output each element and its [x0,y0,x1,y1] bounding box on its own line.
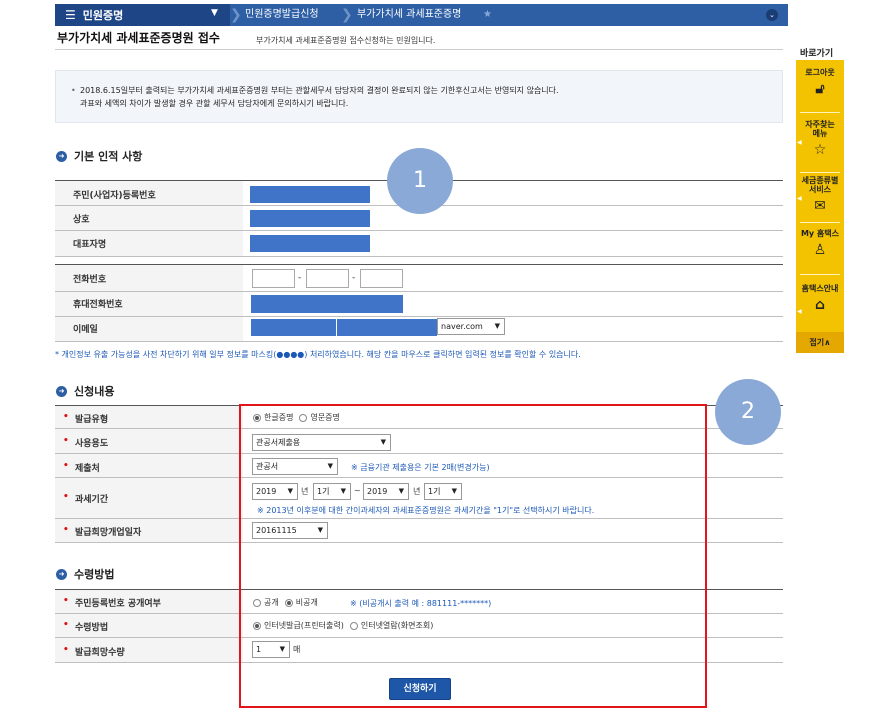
quantity-label: 발급희망수량 [75,648,125,658]
notice-box: • 2018.6.15일부터 출력되는 부가가치세 과세표준증명원 부터는 관할… [55,70,783,123]
left-arrow-icon: ◀ [797,139,802,146]
label-column [55,406,243,542]
phone-label: 전화번호 [73,275,107,285]
row-divider [55,230,783,231]
menu-button[interactable]: ☰ 민원증명 ▼ [55,4,230,26]
left-arrow-icon: ◀ [797,308,802,315]
section-basic-heading: 기본 인적 사항 [74,150,143,163]
bullet-icon: • [71,86,76,95]
required-mark: • [63,436,69,446]
page-subtitle: 부가가치세 과세표준증명원 접수신청하는 민원입니다. [256,36,436,45]
purpose-label: 사용용도 [75,439,109,449]
star-icon: ☆ [813,142,827,158]
phone-dash: - [298,273,302,283]
divider [800,222,840,223]
section-receive: ➜ 수령방법 [56,566,114,582]
mail-icon: ✉ [814,198,826,214]
tax-period-label: 과세기간 [75,495,109,505]
email-label: 이메일 [73,325,98,335]
annotation-marker-1: 1 [387,148,453,214]
email-domain-value: naver.com [441,322,483,331]
submit-to-label: 제출처 [75,464,100,474]
section-basic-info: ➜ 기본 인적 사항 [56,148,142,164]
phone-field-1[interactable] [252,269,295,288]
user-icon: ♙ [813,242,827,258]
breadcrumb-item-issue[interactable]: 민원증명발급신청 [245,4,319,26]
reg-no-field-masked[interactable] [250,186,370,203]
email-domain-field-masked[interactable] [337,319,437,336]
caret-down-icon: ▼ [211,8,218,18]
reg-no-label: 주민(사업자)등록번호 [73,191,156,201]
divider [800,112,840,113]
menu-label: 민원증명 [82,9,124,22]
email-id-field-masked[interactable] [251,319,336,336]
notice-line-2: 과표와 세액의 차이가 발생할 경우 관할 세무서 담당자에게 문의하시기 바랍… [80,99,349,108]
expand-icon[interactable]: ⌄ [766,9,778,21]
section-arrow-icon: ➜ [56,385,67,397]
issue-type-label: 발급유형 [75,415,109,425]
open-date-label: 발급희망개업일자 [75,528,142,538]
home-icon: ⌂ [814,297,826,313]
left-arrow-icon: ◀ [797,195,802,202]
breadcrumb-separator-icon: ❯ [230,7,242,23]
section-application-heading: 신청내용 [74,385,115,398]
quick-menu: 로그아웃 🔓︎ 자주찾는 메뉴 ☆ ◀ 세금종류별 서비스 ✉ ◀ My 홈택스… [796,60,844,353]
breadcrumb-separator-icon: ❯ [341,7,353,23]
quick-menu-collapse-button[interactable]: 접기∧ [796,332,844,353]
divider [800,172,840,173]
row-divider [55,256,783,257]
receive-method-label: 수령방법 [75,623,109,633]
quick-item-my-hometax[interactable]: My 홈택스 ♙ [796,229,844,258]
section-application: ➜ 신청내용 [56,383,114,399]
favorite-star-icon[interactable]: ★ [483,4,492,26]
representative-field-masked[interactable] [250,235,370,252]
divider [800,274,840,275]
row-divider [55,316,783,317]
tax-service-label: 세금종류별 서비스 [801,176,839,194]
section-arrow-icon: ➜ [56,568,67,580]
notice-line-1: 2018.6.15일부터 출력되는 부가가치세 과세표준증명원 부터는 관할세무… [80,86,559,95]
section-arrow-icon: ➜ [56,150,67,162]
top-nav-bar: ☰ 민원증명 ▼ ❯ 민원증명발급신청 ❯ 부가가치세 과세표준증명 ★ ⌄ [55,4,788,26]
my-hometax-label: My 홈택스 [800,229,840,238]
mobile-label: 휴대전화번호 [73,300,123,310]
row-divider [55,291,783,292]
quick-item-guide[interactable]: 홈택스안내 ⌂ [796,284,844,313]
required-mark: • [63,492,69,502]
email-domain-select[interactable]: naver.com ▼ [437,318,505,335]
guide-label: 홈택스안내 [801,284,839,293]
row-divider [55,341,783,342]
lock-icon: 🔓︎ [815,81,825,97]
annotation-marker-2: 2 [715,379,781,445]
hamburger-icon: ☰ [65,8,76,22]
quick-menu-title: 바로가기 [800,49,834,59]
required-mark: • [63,645,69,655]
disclose-label: 주민등록번호 공개여부 [75,599,161,609]
privacy-note: * 개인정보 유출 가능성을 사전 차단하기 위해 일부 정보를 마스킹(●●●… [55,350,581,359]
mobile-field-masked[interactable] [251,295,403,313]
phone-field-2[interactable] [306,269,349,288]
trade-name-label: 상호 [73,215,90,225]
section-receive-heading: 수령방법 [74,568,115,581]
highlight-box [239,404,707,708]
faq-label: 자주찾는 메뉴 [805,120,835,138]
dropdown-arrow-icon: ▼ [494,322,500,330]
required-mark: • [63,412,69,422]
required-mark: • [63,620,69,630]
trade-name-field-masked[interactable] [250,210,370,227]
required-mark: • [63,596,69,606]
quick-item-tax-service[interactable]: 세금종류별 서비스 ✉ [796,176,844,214]
page-title: 부가가치세 과세표준증명원 접수 [57,31,220,45]
required-mark: • [63,525,69,535]
quick-item-faq[interactable]: 자주찾는 메뉴 ☆ [796,120,844,158]
quick-item-logout[interactable]: 로그아웃 🔓︎ [796,68,844,97]
breadcrumb-item-current[interactable]: 부가가치세 과세표준증명 [357,4,461,26]
representative-label: 대표자명 [73,240,107,250]
phone-dash: - [352,273,356,283]
phone-field-3[interactable] [360,269,403,288]
logout-label: 로그아웃 [805,68,835,77]
title-divider [55,49,783,50]
required-mark: • [63,461,69,471]
